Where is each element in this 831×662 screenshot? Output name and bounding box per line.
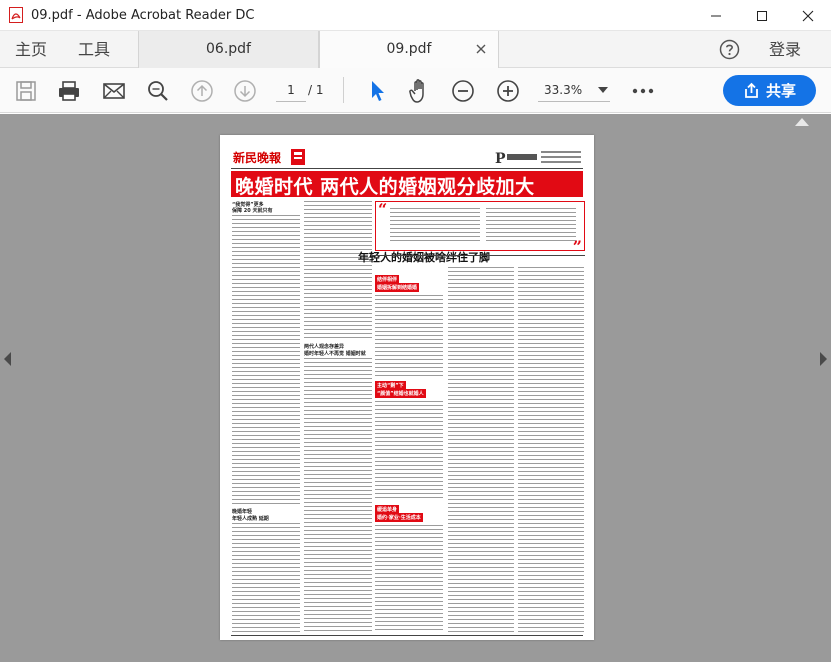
minimize-button[interactable] (693, 0, 739, 31)
zoom-out-button[interactable] (450, 78, 476, 104)
maximize-icon (757, 10, 767, 21)
tab-06-pdf[interactable]: 06.pdf (138, 31, 319, 68)
article-subhead: 两代人观念存差异 (304, 344, 345, 350)
text-column (448, 267, 514, 633)
email-button[interactable] (101, 78, 127, 104)
zoom-in-button[interactable] (495, 78, 521, 104)
text-column (304, 358, 372, 633)
left-panel-toggle-icon[interactable] (4, 352, 12, 366)
masthead-rule (231, 168, 583, 169)
email-icon (103, 83, 125, 99)
signin-button[interactable]: 登录 (769, 31, 801, 68)
menu-home[interactable]: 主页 (15, 31, 47, 68)
article-subhead: 晚婚年轻 (232, 509, 253, 515)
share-label: 共享 (765, 82, 796, 100)
zoom-dropdown[interactable]: 33.3% (538, 78, 610, 102)
pdf-page: 新民晚報 P 晚婚时代 两代人的婚姻观分歧加大 “我觉得”更多 保障 20 天就… (220, 135, 594, 640)
text-column (375, 295, 443, 377)
zoom-out-icon (452, 80, 474, 102)
maximize-button[interactable] (739, 0, 785, 31)
print-icon (59, 81, 79, 101)
text-column (304, 201, 372, 341)
tab-close-icon[interactable] (474, 42, 488, 56)
page-down-icon (234, 80, 256, 102)
hand-tool-icon (409, 79, 424, 103)
close-button[interactable] (785, 0, 831, 31)
text-column (518, 267, 584, 633)
tab-label: 09.pdf (386, 41, 432, 57)
page-up-icon (191, 80, 213, 102)
share-button[interactable]: 共享 (723, 75, 816, 106)
search-icon (148, 81, 168, 101)
toolbar-divider (343, 77, 344, 103)
text-column (232, 523, 300, 633)
window-title: 09.pdf - Adobe Acrobat Reader DC (31, 7, 255, 23)
feature-title: 年轻人的婚姻被啥绊住了脚 (358, 251, 490, 264)
save-button[interactable] (13, 78, 39, 104)
tab-09-pdf[interactable]: 09.pdf (319, 31, 499, 68)
scroll-up-icon[interactable] (795, 117, 809, 127)
article-subhead: 年轻人成熟 延期 (232, 516, 269, 522)
paper-logo-icon (291, 149, 305, 165)
zoom-value: 33.3% (544, 83, 583, 97)
save-icon (16, 81, 36, 101)
page-number-input[interactable]: 1 (276, 78, 306, 102)
main-headline: 晚婚时代 两代人的婚姻观分歧加大 (235, 176, 535, 198)
quote-text (486, 208, 576, 244)
help-icon[interactable] (719, 39, 740, 60)
page-section-info: P (495, 149, 583, 167)
headline-banner: 晚婚时代 两代人的婚姻观分歧加大 (231, 171, 583, 198)
feature-rule (372, 255, 585, 256)
more-icon (632, 88, 654, 94)
text-column (375, 525, 443, 633)
section-label: 婚姻拆解到结婚婚 (375, 283, 420, 292)
section-logo-icon: P (495, 151, 581, 167)
quote-text (390, 208, 480, 244)
tab-label: 06.pdf (206, 41, 251, 57)
article-subhead: 婚时年轻人不再觉 婚姻时就 (304, 351, 366, 357)
hand-tool-button[interactable] (407, 78, 433, 104)
svg-text:P: P (495, 151, 506, 167)
search-button[interactable] (145, 78, 171, 104)
share-icon (745, 82, 758, 98)
minimize-icon (711, 15, 721, 16)
select-cursor-icon (372, 81, 384, 101)
section-label: “颜值”结婚也就婚人 (375, 389, 426, 398)
zoom-in-icon (497, 80, 519, 102)
more-tools-button[interactable] (630, 78, 656, 104)
right-panel-toggle-icon[interactable] (819, 352, 827, 366)
section-label: 婚约·家业·生活成本 (375, 513, 423, 522)
zoom-dropdown-icon (598, 87, 608, 93)
close-icon (802, 10, 814, 21)
quote-open-icon: “ (378, 200, 388, 219)
pull-quote-box: “ ” (375, 200, 585, 256)
text-column (375, 401, 443, 501)
page-footer-rule (231, 635, 583, 636)
print-button[interactable] (56, 78, 82, 104)
menu-tools[interactable]: 工具 (78, 31, 110, 68)
acrobat-icon (9, 7, 23, 23)
paper-name: 新民晚報 (233, 151, 282, 165)
page-total: / 1 (308, 83, 324, 97)
newspaper-masthead: 新民晚報 P (231, 149, 583, 167)
page-down-button[interactable] (232, 78, 258, 104)
page-up-button[interactable] (189, 78, 215, 104)
text-column (232, 215, 300, 505)
select-tool-button[interactable] (364, 78, 390, 104)
menu-bar: 主页 工具 06.pdf 09.pdf 登录 (0, 31, 831, 68)
article-subhead: 保障 20 天就只有 (232, 208, 273, 214)
